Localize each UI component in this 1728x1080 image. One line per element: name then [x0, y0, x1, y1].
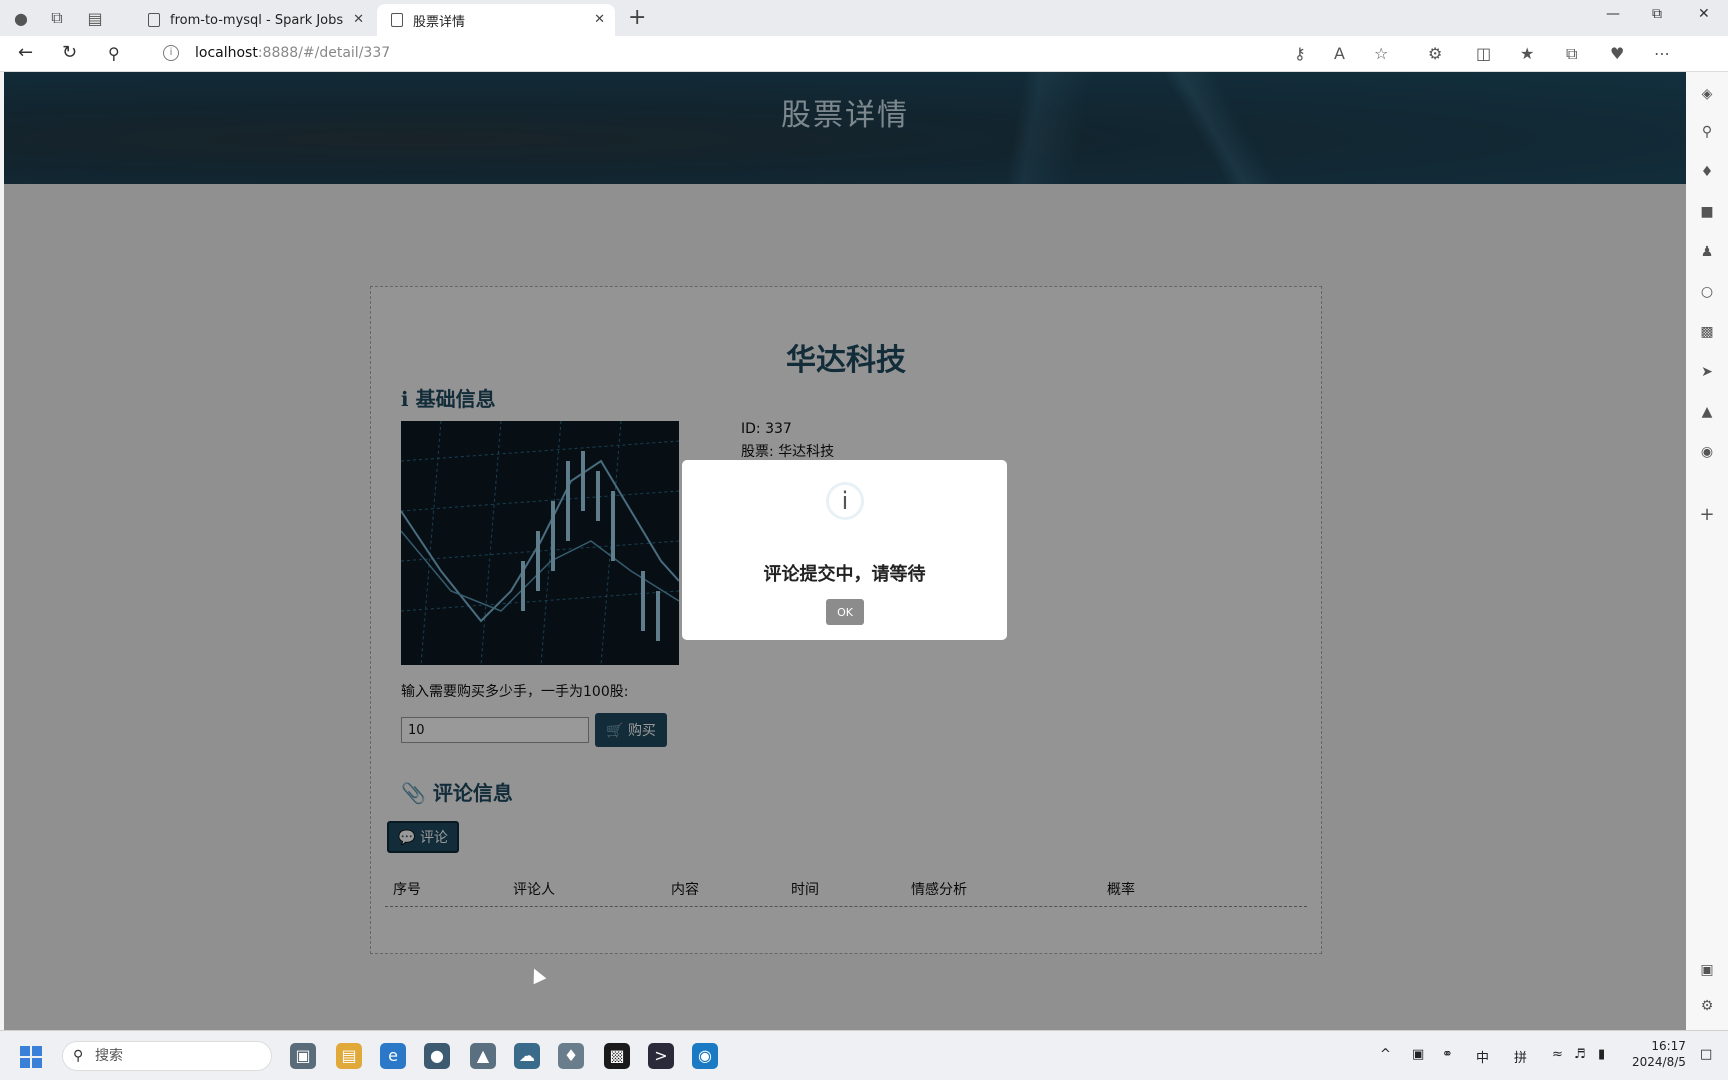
shopping-tag-icon[interactable]: ♦ — [1698, 164, 1716, 182]
add-sidebar-app-icon[interactable]: + — [1698, 504, 1716, 525]
copilot-icon[interactable]: ◈ — [1698, 86, 1716, 104]
sidebar-layout-icon[interactable]: ▣ — [1698, 962, 1716, 980]
url-field[interactable]: localhost:8888/#/detail/337 — [195, 45, 390, 61]
ime-mode[interactable]: 拼 — [1514, 1047, 1527, 1066]
spotify-icon[interactable]: ◉ — [1698, 444, 1716, 462]
browser-essentials-icon[interactable]: ♥ — [1610, 44, 1624, 63]
notification-icon[interactable]: □ — [1700, 1047, 1712, 1062]
app-icon-2[interactable]: ▲ — [470, 1043, 496, 1069]
battery-icon[interactable]: ▮ — [1598, 1047, 1605, 1062]
workspaces-icon[interactable]: ⧉ — [46, 7, 68, 29]
more-menu-icon[interactable]: ⋯ — [1654, 44, 1670, 63]
volume-icon[interactable]: ♬ — [1574, 1047, 1586, 1062]
tray-chevron-icon[interactable]: ^ — [1380, 1047, 1391, 1062]
task-view-icon[interactable]: ▣ — [290, 1043, 316, 1069]
window-close-icon[interactable]: ✕ — [1698, 6, 1710, 22]
tab-title: from-to-mysql - Spark Jobs — [170, 12, 344, 28]
ie-icon[interactable]: e — [380, 1043, 406, 1069]
file-explorer-icon[interactable]: ▤ — [336, 1043, 362, 1069]
start-button[interactable] — [20, 1046, 42, 1068]
profile-icon[interactable]: ● — [10, 7, 32, 29]
minimize-icon[interactable]: — — [1606, 6, 1620, 22]
clock[interactable]: 16:17 2024/8/5 — [1632, 1038, 1686, 1070]
search-icon: ⚲ — [73, 1048, 84, 1064]
tools-icon[interactable]: ■ — [1698, 204, 1716, 222]
clock-time: 16:17 — [1651, 1039, 1686, 1053]
tree-icon[interactable]: ▲ — [1698, 404, 1716, 422]
send-icon[interactable]: ➤ — [1698, 364, 1716, 382]
mic-icon[interactable]: ⚭ — [1442, 1047, 1453, 1062]
intellij-icon[interactable]: ▩ — [604, 1043, 630, 1069]
close-icon[interactable]: ✕ — [594, 12, 605, 27]
url-path: :8888/#/detail/337 — [257, 45, 391, 61]
url-host: localhost — [195, 45, 258, 61]
taskbar: ⚲ 搜索 ▣ ▤ e ● ▲ ☁ ♦ ▩ > ◉ ^ ▣ ⚭ 中 拼 ≈ ♬ ▮… — [0, 1030, 1728, 1080]
restore-icon[interactable]: ⧉ — [1652, 6, 1662, 22]
sidebar-settings-icon[interactable]: ⚙ — [1698, 998, 1716, 1016]
refresh-icon[interactable]: ↻ — [62, 42, 77, 63]
page-icon — [148, 13, 160, 27]
tab-spark-jobs[interactable]: from-to-mysql - Spark Jobs ✕ — [134, 4, 374, 36]
ime-lang[interactable]: 中 — [1476, 1047, 1489, 1066]
close-icon[interactable]: ✕ — [353, 12, 364, 27]
tray-app-icon[interactable]: ▣ — [1412, 1047, 1424, 1062]
app-icon-3[interactable]: ☁ — [514, 1043, 540, 1069]
taskbar-search[interactable]: ⚲ 搜索 — [62, 1041, 272, 1071]
app-icon-4[interactable]: ♦ — [558, 1043, 584, 1069]
app-icon-1[interactable]: ● — [424, 1043, 450, 1069]
edge-sidebar: ◈ ⚲ ♦ ■ ♟ ○ ▩ ➤ ▲ ◉ + ▣ ⚙ — [1686, 72, 1728, 1030]
dialog-message: 评论提交中，请等待 — [763, 564, 926, 585]
key-icon[interactable]: ⚷ — [1294, 44, 1306, 63]
outlook-icon[interactable]: ▩ — [1698, 324, 1716, 342]
collections-icon[interactable]: ⧉ — [1566, 44, 1577, 64]
alert-dialog: i 评论提交中，请等待 OK — [682, 460, 1007, 640]
favorites-icon[interactable]: ★ — [1520, 44, 1534, 63]
read-aloud-icon[interactable]: A — [1334, 44, 1345, 63]
games-icon[interactable]: ♟ — [1698, 244, 1716, 262]
tab-stock-detail[interactable]: 股票详情 ✕ — [377, 4, 615, 36]
search-icon[interactable]: ⚲ — [108, 44, 120, 63]
new-tab-button[interactable]: + — [628, 5, 646, 30]
site-info-icon[interactable]: i — [163, 45, 179, 61]
tab-title: 股票详情 — [413, 14, 466, 30]
search-placeholder: 搜索 — [95, 1048, 123, 1064]
terminal-icon[interactable]: > — [648, 1043, 674, 1069]
tab-actions-icon[interactable]: ▤ — [84, 7, 106, 29]
info-icon: i — [826, 482, 864, 520]
address-bar: ← ↻ ⚲ i localhost:8888/#/detail/337 ⚷ A … — [0, 36, 1728, 72]
extensions-icon[interactable]: ⚙ — [1428, 44, 1442, 63]
wifi-icon[interactable]: ≈ — [1552, 1047, 1563, 1062]
microsoft-365-icon[interactable]: ○ — [1698, 284, 1716, 302]
back-icon[interactable]: ← — [18, 42, 33, 63]
split-screen-icon[interactable]: ◫ — [1476, 44, 1491, 63]
page-icon — [391, 13, 403, 27]
favorite-star-icon[interactable]: ☆ — [1374, 44, 1388, 63]
tab-strip: ● ⧉ ▤ from-to-mysql - Spark Jobs ✕ 股票详情 … — [0, 0, 1728, 36]
ok-button[interactable]: OK — [826, 599, 864, 625]
edge-icon[interactable]: ◉ — [692, 1043, 718, 1069]
sidebar-search-icon[interactable]: ⚲ — [1698, 124, 1716, 142]
clock-date: 2024/8/5 — [1632, 1055, 1686, 1069]
